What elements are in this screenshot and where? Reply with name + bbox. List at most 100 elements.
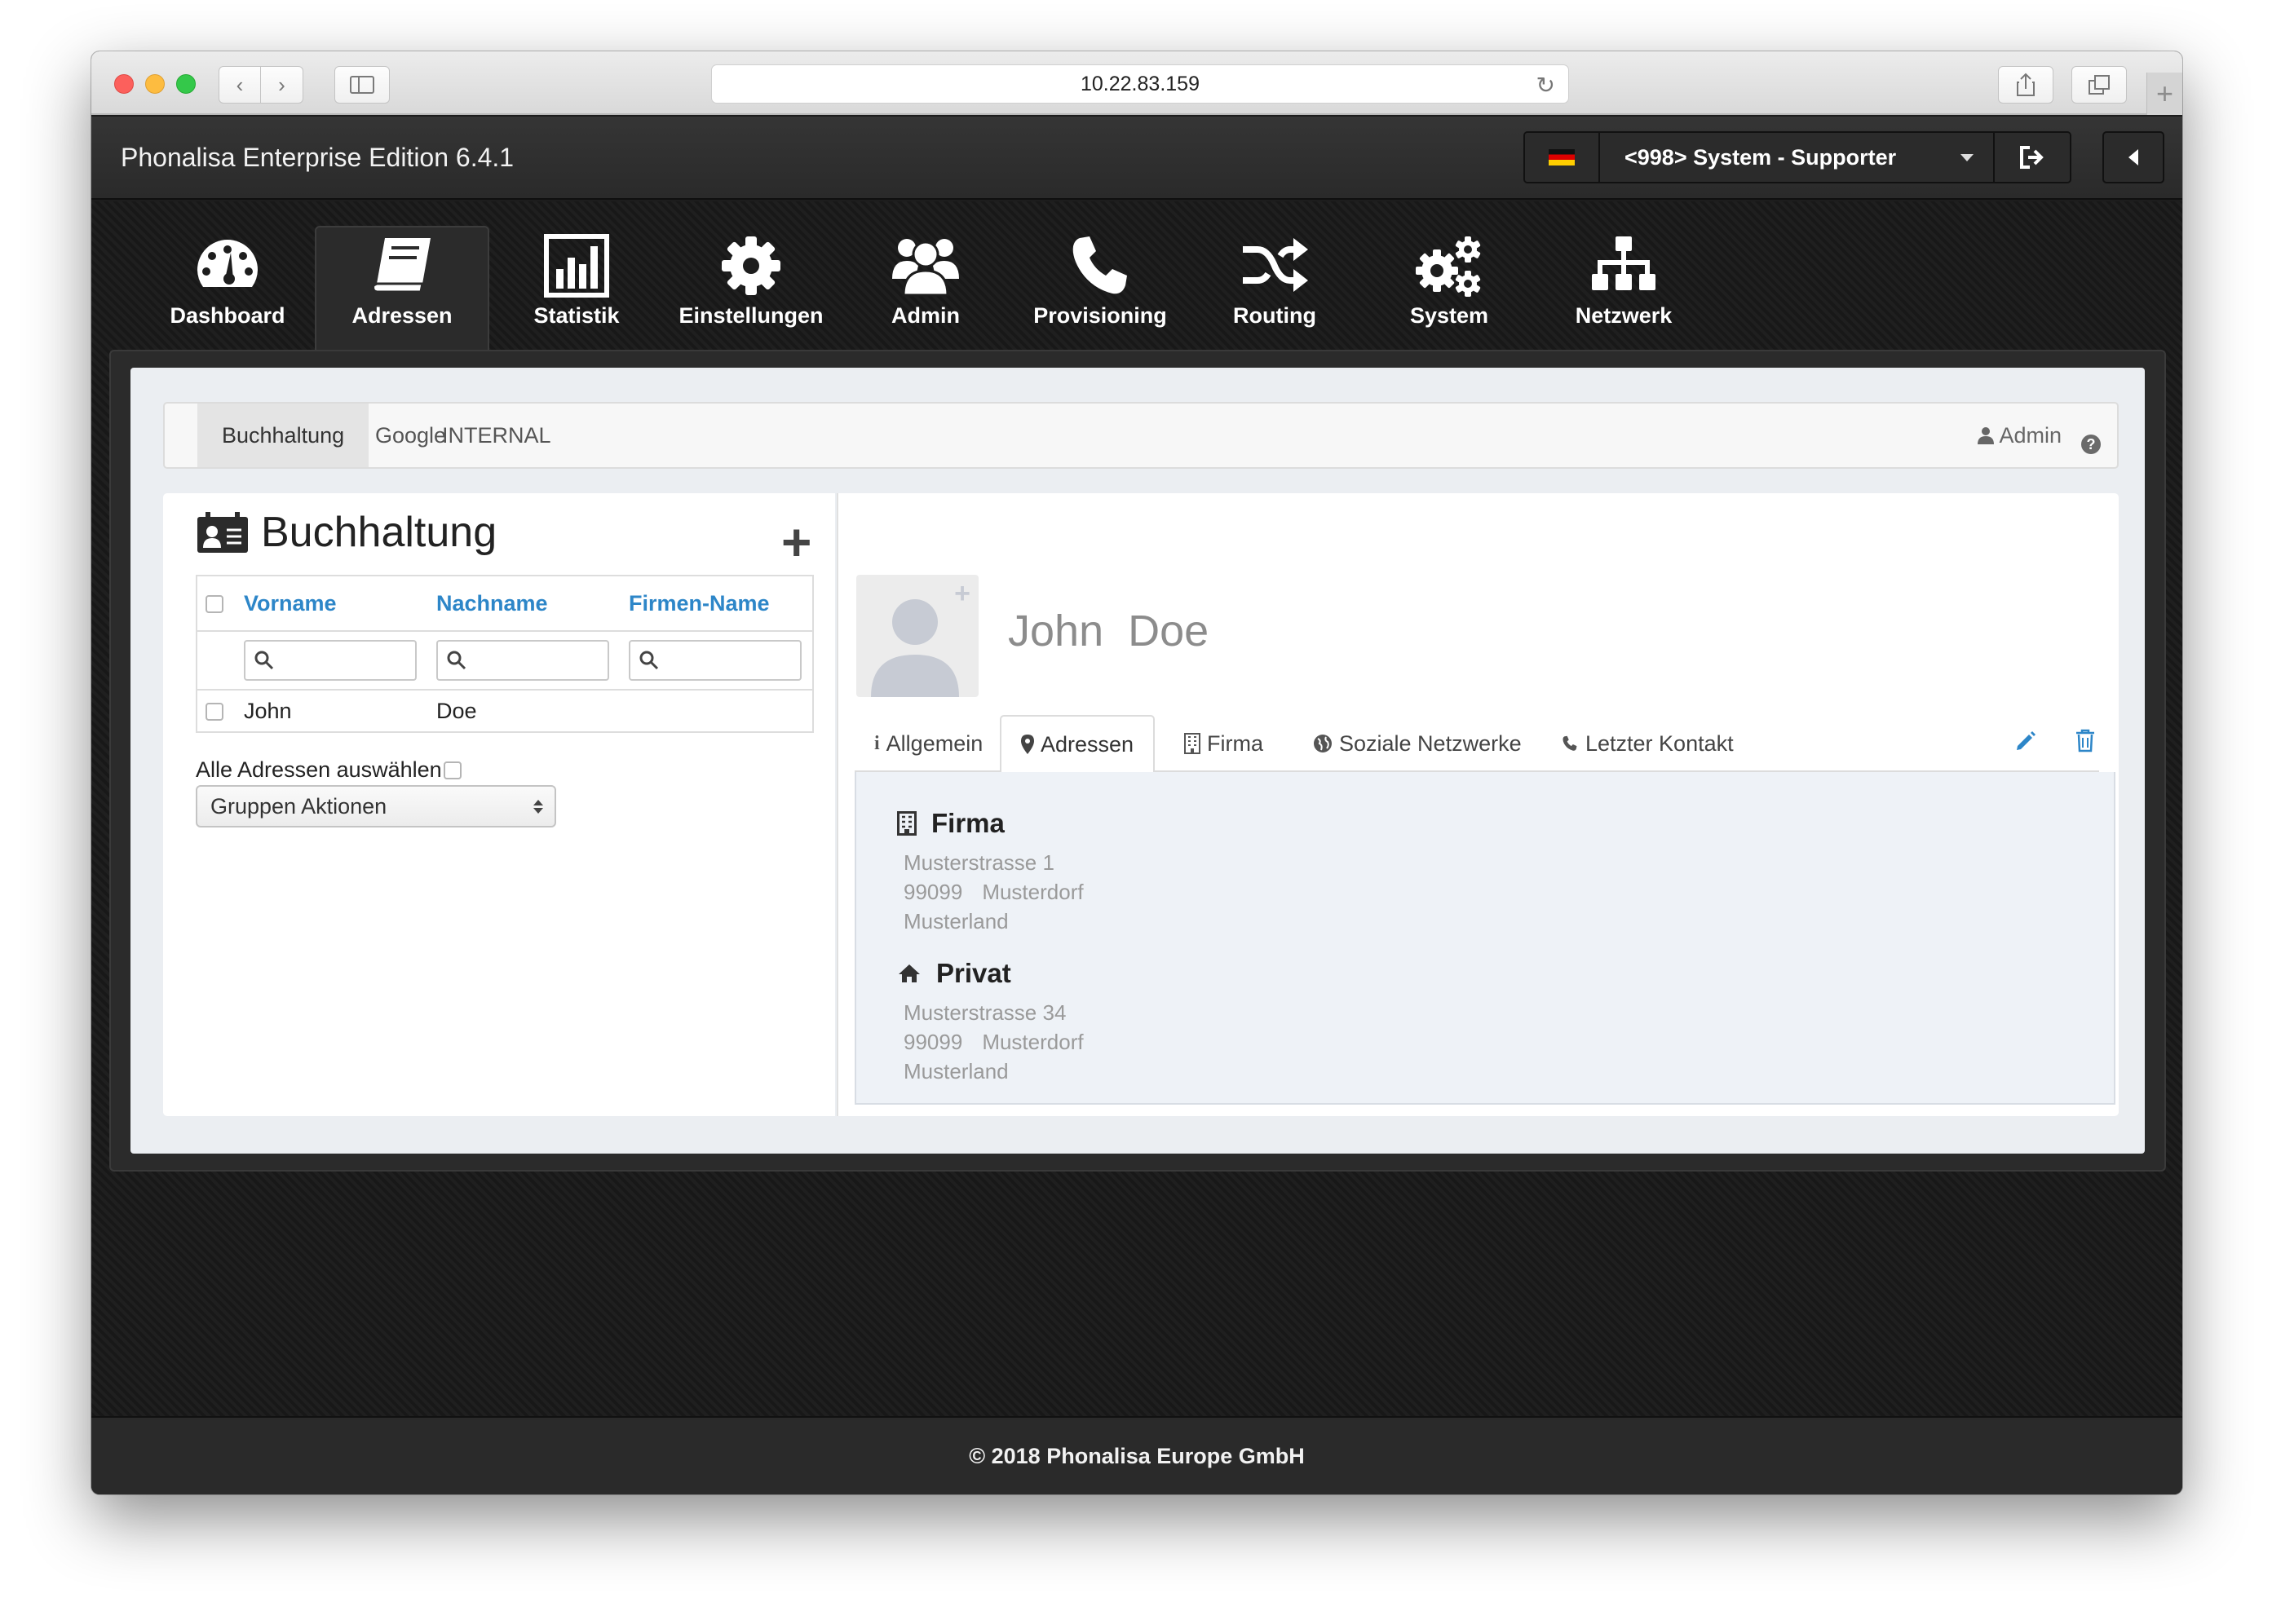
user-dropdown[interactable]: <998> System - Supporter (1600, 133, 1995, 182)
nav-label: Netzwerk (1575, 303, 1673, 328)
address-heading-firma: Firma (897, 808, 1005, 839)
nav-routing[interactable]: Routing (1187, 226, 1362, 350)
filter-vorname-input[interactable] (244, 640, 417, 681)
tab-firma[interactable]: Firma (1184, 715, 1263, 772)
filter-nachname-input[interactable] (436, 640, 609, 681)
group-actions-select[interactable]: Gruppen Aktionen (196, 785, 556, 827)
map-marker-icon (1021, 735, 1034, 754)
tab-adressen[interactable]: Adressen (1000, 715, 1156, 774)
nav-label: Einstellungen (679, 303, 824, 328)
dashboard-gauge-icon (197, 240, 258, 287)
tab-buchhaltung[interactable]: Buchhaltung (197, 404, 369, 467)
main-area: Dashboard Adressen Statistik Einstellung… (91, 201, 2182, 1416)
main-nav: Dashboard Adressen Statistik Einstellung… (140, 226, 1711, 350)
address-country: Musterland (904, 909, 1009, 933)
footer: © 2018 Phonalisa Europe GmbH (91, 1416, 2182, 1494)
search-icon (639, 651, 659, 670)
column-header-firmen-name[interactable]: Firmen-Name (622, 576, 813, 632)
reload-icon[interactable]: ↻ (1536, 72, 1555, 99)
table-row[interactable]: John Doe (197, 690, 813, 732)
add-photo-icon[interactable]: + (954, 578, 970, 610)
address-zip: 99099 (904, 880, 963, 904)
address-zip: 99099 (904, 1030, 963, 1054)
nav-einstellungen[interactable]: Einstellungen (664, 226, 838, 350)
search-icon (447, 651, 466, 670)
address-bar[interactable]: 10.22.83.159 ↻ (711, 64, 1569, 104)
home-icon (899, 964, 920, 982)
trash-icon[interactable] (2075, 728, 2096, 752)
gear-icon (722, 236, 780, 295)
nav-label: Routing (1233, 303, 1316, 328)
cell-vorname[interactable]: John (237, 690, 430, 732)
address-city: Musterdorf (982, 1030, 1084, 1054)
logout-button[interactable] (1995, 133, 2070, 182)
language-button[interactable] (1525, 133, 1600, 182)
share-icon (2017, 73, 2035, 96)
cell-firmen-name[interactable] (622, 690, 813, 732)
search-icon (254, 651, 274, 670)
address-city-line: 99099 Musterdorf (904, 880, 1084, 905)
show-tabs-button[interactable] (2071, 66, 2127, 104)
address-street: Musterstrasse 34 (904, 1000, 1067, 1025)
address-city: Musterdorf (982, 880, 1084, 904)
user-icon (1978, 427, 1995, 444)
column-header-vorname[interactable]: Vorname (237, 576, 430, 632)
nav-system[interactable]: System (1362, 226, 1536, 350)
history-nav: ‹ › (219, 66, 303, 104)
sidebar-collapse-button[interactable] (2102, 131, 2164, 183)
phone-icon (1072, 236, 1127, 294)
sidebar-icon (350, 76, 374, 94)
building-icon (897, 811, 917, 836)
forward-button[interactable]: › (261, 66, 303, 104)
select-all-addresses-checkbox[interactable] (443, 761, 462, 779)
nav-netzwerk[interactable]: Netzwerk (1536, 226, 1711, 350)
address-book-icon (372, 238, 431, 293)
sidebar-toggle-button[interactable] (334, 66, 390, 104)
nav-admin[interactable]: Admin (838, 226, 1013, 350)
help-icon[interactable]: ? (2081, 435, 2101, 454)
caret-down-icon (1960, 153, 1974, 161)
minimize-window-button[interactable] (145, 74, 165, 94)
address-street: Musterstrasse 1 (904, 850, 1054, 875)
admin-link[interactable]: Admin (1978, 404, 2062, 467)
tab-internal[interactable]: INTERNAL (418, 404, 576, 467)
phone-icon (1563, 735, 1577, 751)
avatar[interactable]: + (856, 575, 979, 697)
column-header-nachname[interactable]: Nachname (430, 576, 622, 632)
contact-tabs: i Allgemein Adressen Firma Soziale Netzwe… (855, 715, 2099, 774)
pencil-icon[interactable] (2014, 730, 2037, 752)
address-city-line: 99099 Musterdorf (904, 1030, 1084, 1055)
filter-firmen-name-input[interactable] (629, 640, 802, 681)
address-country: Musterland (904, 1059, 1009, 1083)
tab-letzter-kontakt[interactable]: Letzter Kontakt (1561, 715, 1734, 772)
zoom-window-button[interactable] (176, 74, 196, 94)
address-table: Vorname Nachname Firmen-Name John Doe (196, 575, 814, 733)
share-button[interactable] (1998, 66, 2053, 104)
sign-out-icon (2020, 146, 2044, 169)
nav-label: Adressen (351, 303, 453, 328)
add-address-button[interactable]: + (781, 516, 811, 568)
nav-dashboard[interactable]: Dashboard (140, 226, 315, 350)
select-all-rows-checkbox[interactable] (206, 595, 223, 614)
nav-label: System (1409, 303, 1489, 328)
nav-adressen[interactable]: Adressen (315, 226, 489, 350)
user-label: <998> System - Supporter (1624, 144, 1897, 170)
list-title: Buchhaltung (196, 508, 497, 557)
tab-soziale-netzwerke[interactable]: Soziale Netzwerke (1313, 715, 1522, 772)
tab-allgemein[interactable]: i Allgemein (874, 715, 983, 772)
caret-left-icon (2128, 149, 2138, 165)
nav-provisioning[interactable]: Provisioning (1013, 226, 1187, 350)
building-icon (1184, 733, 1200, 754)
back-button[interactable]: ‹ (219, 66, 261, 104)
browser-toolbar: ‹ › 10.22.83.159 ↻ + (91, 51, 2182, 115)
browser-window: ‹ › 10.22.83.159 ↻ + Phonalisa Enterpris… (91, 51, 2182, 1494)
users-icon (892, 239, 959, 297)
nav-statistik[interactable]: Statistik (489, 226, 664, 350)
close-window-button[interactable] (114, 74, 134, 94)
new-tab-button[interactable]: + (2146, 73, 2182, 115)
globe-icon (1314, 735, 1332, 752)
shuffle-icon (1243, 238, 1308, 292)
plus-icon: + (2155, 77, 2174, 110)
row-checkbox[interactable] (206, 703, 223, 722)
cell-nachname[interactable]: Doe (430, 690, 622, 732)
